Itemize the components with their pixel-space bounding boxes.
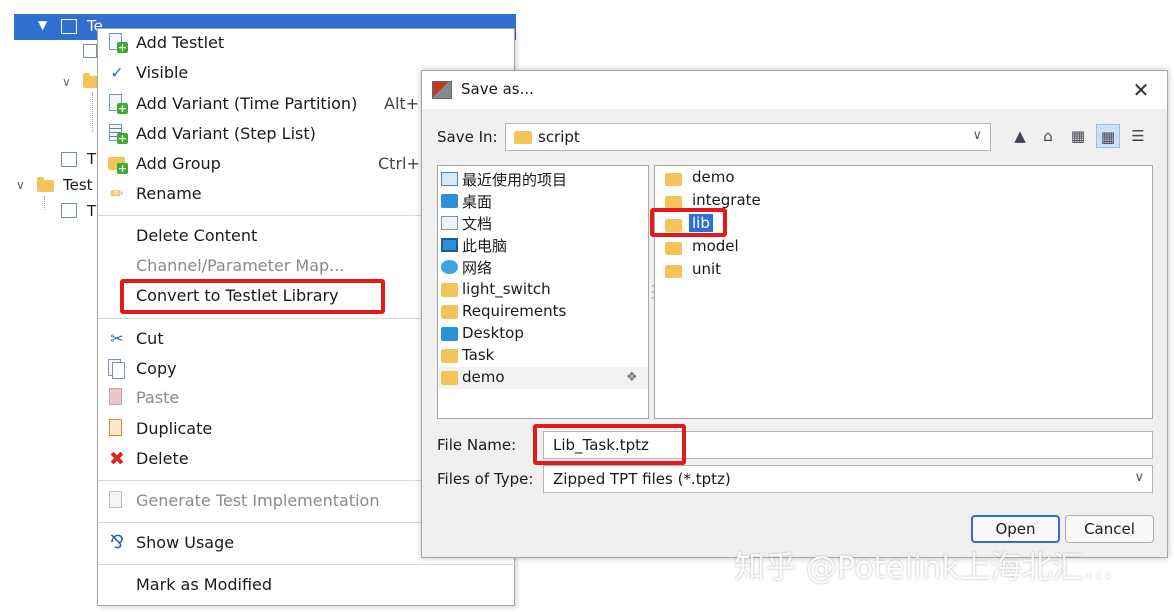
folder-icon [665, 265, 682, 278]
folder-icon [665, 242, 682, 255]
list-view-icon[interactable]: ▦ [1096, 124, 1120, 148]
duplicate-icon [109, 419, 122, 436]
paste-icon [109, 388, 122, 405]
checkmark-icon: ✓ [110, 63, 124, 82]
chevron-down-icon[interactable]: ∨ [62, 75, 71, 89]
tree-item-label: T [87, 150, 97, 168]
file-type-label: Files of Type: [437, 470, 534, 488]
chevron-down-icon: ∨ [1134, 470, 1144, 485]
folder-icon [441, 349, 458, 363]
testlet-icon [83, 44, 97, 58]
save-as-dialog: Save as... ✕ Save In: script ∨ ▲ ⌂ ▦ ▦ ☰… [421, 70, 1168, 558]
dialog-titlebar: Save as... ✕ [422, 71, 1167, 109]
highlight-box [120, 279, 385, 314]
menu-item-mark-as-modified[interactable]: Mark as Modified [98, 572, 516, 598]
testlet-icon [61, 19, 77, 34]
testlet-icon [61, 152, 77, 167]
up-folder-icon[interactable]: ▲ [1008, 124, 1032, 148]
delete-x-icon: ✖ [109, 448, 125, 470]
dialog-title: Save as... [461, 80, 534, 98]
home-icon[interactable]: ⌂ [1036, 124, 1060, 148]
folder-icon [441, 305, 458, 319]
app-icon [432, 81, 452, 99]
menu-item-add-testlet[interactable]: + Add Testlet [98, 30, 516, 56]
tree-item-label: T [87, 202, 97, 220]
folder-icon [441, 371, 458, 385]
place-item-demo[interactable]: demo ❖ [438, 367, 648, 389]
folder-icon [514, 131, 532, 144]
watermark-text: 知乎 @Potelink上海北汇... [734, 550, 1114, 586]
cancel-button[interactable]: Cancel [1065, 515, 1154, 543]
highlight-box [533, 424, 686, 465]
recent-icon [441, 172, 458, 186]
desktop-icon [441, 194, 458, 208]
menu-separator [98, 564, 516, 565]
file-type-combo[interactable]: Zipped TPT files (*.tptz) ∨ [543, 465, 1153, 493]
usage-icon: ⅋ [109, 532, 125, 553]
save-in-combo[interactable]: script ∨ [505, 123, 991, 151]
pin-icon[interactable]: ❖ [626, 370, 638, 385]
folder-icon [37, 177, 54, 192]
chevron-down-icon[interactable]: ▼ [38, 18, 47, 32]
chevron-down-icon[interactable]: ∨ [16, 178, 25, 192]
file-list-pane: demo integrate lib model unit [654, 165, 1153, 419]
folder-icon [441, 283, 458, 297]
document-icon [109, 491, 122, 508]
save-in-label: Save In: [437, 128, 498, 146]
computer-icon [441, 238, 458, 252]
close-icon[interactable]: ✕ [1128, 77, 1154, 103]
chevron-down-icon: ∨ [972, 128, 982, 143]
testlet-icon [61, 203, 77, 218]
file-name-label: File Name: [437, 436, 517, 454]
tree-item-label: Test [63, 176, 93, 194]
places-pane: 最近使用的项目 桌面 文档 此电脑 网络 light_switch Requir… [437, 165, 649, 419]
highlight-box [650, 208, 727, 237]
desktop-icon [441, 327, 458, 341]
folder-icon [665, 173, 682, 186]
new-folder-icon[interactable]: ▦ [1066, 124, 1090, 148]
open-button[interactable]: Open [971, 515, 1060, 543]
pencil-icon: ✏ [110, 184, 124, 203]
details-view-icon[interactable]: ☰ [1126, 124, 1150, 148]
documents-icon [441, 216, 458, 230]
scissors-icon: ✂ [110, 329, 124, 348]
network-icon [441, 260, 458, 274]
